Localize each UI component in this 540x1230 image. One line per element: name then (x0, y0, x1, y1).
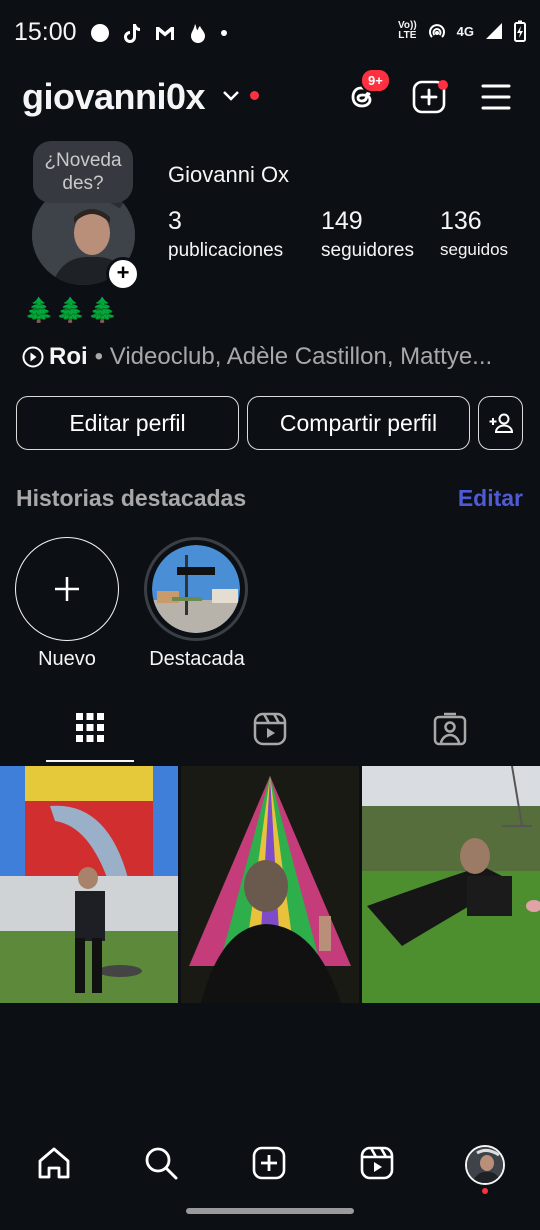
post-thumbnail[interactable] (362, 766, 540, 1003)
share-profile-button[interactable]: Compartir perfil (247, 396, 470, 450)
username-switcher[interactable]: giovanni0x (22, 76, 206, 118)
system-status: Vo)) LTE 4G (398, 20, 526, 42)
nav-home[interactable] (37, 1146, 71, 1180)
edit-profile-button[interactable]: Editar perfil (16, 396, 239, 450)
highlight-item-label: Destacada (149, 648, 245, 670)
add-story-button[interactable]: + (106, 257, 140, 291)
play-circle-icon (22, 346, 44, 368)
tab-reels[interactable] (253, 712, 287, 746)
bio-emojis: 🌲🌲🌲 (24, 297, 120, 324)
nav-reels[interactable] (360, 1146, 394, 1180)
tagged-icon (433, 712, 467, 746)
profile-music[interactable]: Roi • Videoclub, Adèle Castillon, Mattye… (22, 343, 492, 371)
post-thumbnail[interactable] (0, 766, 178, 1003)
highlights-edit-link[interactable]: Editar (458, 485, 523, 512)
volte-indicator: Vo)) LTE (397, 20, 417, 41)
discover-people-button[interactable] (478, 396, 523, 450)
signal-icon (486, 23, 502, 39)
menu-button[interactable] (481, 83, 511, 111)
chevron-down-icon[interactable] (222, 90, 240, 102)
stat-posts[interactable]: 3 publicaciones (168, 207, 283, 262)
search-icon (145, 1147, 178, 1180)
plus-icon (55, 577, 79, 601)
threads-badge: 9+ (360, 68, 391, 93)
nav-profile[interactable] (465, 1145, 505, 1185)
post-image-3 (362, 766, 540, 1003)
highlights-title: Historias destacadas (16, 485, 247, 511)
post-image-2 (181, 766, 359, 1003)
home-icon (38, 1147, 70, 1179)
stat-following[interactable]: 136 seguidos (440, 207, 508, 260)
new-highlight-label: Nuevo (38, 648, 96, 670)
notification-icons (90, 22, 228, 44)
tinder-icon (191, 24, 205, 43)
menu-icon (481, 84, 511, 110)
gmail-icon (156, 27, 174, 40)
status-time: 15:00 (14, 18, 77, 46)
music-title: Roi (49, 343, 88, 370)
add-post-icon (252, 1146, 286, 1180)
network-type: 4G (456, 23, 474, 39)
highlight-thumbnail (152, 545, 240, 633)
note-bubble[interactable]: ¿Noveda des? (33, 141, 133, 203)
full-name: Giovanni Ox (168, 162, 290, 187)
tab-tagged[interactable] (433, 712, 467, 746)
add-person-icon (489, 413, 513, 433)
profile-notification-dot (482, 1188, 488, 1194)
new-highlight-button[interactable] (15, 537, 119, 641)
tab-posts-grid[interactable] (76, 713, 104, 743)
music-artists: • Videoclub, Adèle Castillon, Mattye... (94, 343, 493, 370)
create-dot (438, 80, 448, 90)
highlight-item[interactable] (144, 537, 248, 641)
nav-search[interactable] (144, 1146, 178, 1180)
grid-icon (76, 713, 104, 742)
tiktok-icon (124, 24, 140, 43)
hotspot-icon (428, 24, 445, 38)
reels-nav-icon (360, 1146, 394, 1180)
home-indicator[interactable] (186, 1208, 354, 1214)
unread-dot (250, 91, 259, 100)
profile-avatar-icon (467, 1147, 503, 1183)
battery-icon (514, 20, 526, 42)
record-icon (91, 24, 109, 42)
active-tab-indicator (46, 760, 134, 762)
reels-icon (253, 712, 287, 746)
post-image-1 (0, 766, 178, 1003)
post-thumbnail[interactable] (181, 766, 359, 1003)
nav-create[interactable] (252, 1146, 286, 1180)
dot-icon (221, 30, 227, 36)
stat-followers[interactable]: 149 seguidores (321, 207, 414, 262)
